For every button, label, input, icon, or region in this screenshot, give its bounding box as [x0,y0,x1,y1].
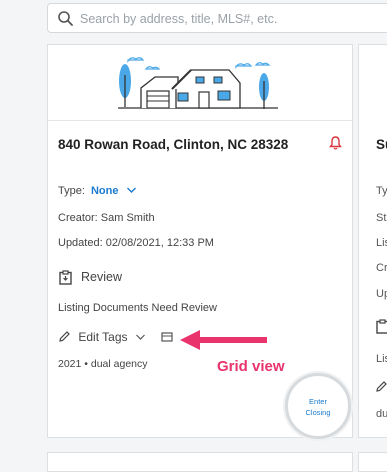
pencil-icon [59,331,70,342]
listing-card-below[interactable] [47,452,353,472]
enter-closing-line2: Closing [305,408,331,417]
chevron-down-icon [135,334,145,340]
search-icon [58,11,73,26]
peek-line: Cr [376,262,387,274]
type-dropdown[interactable]: None [91,185,137,197]
type-row: Type: None [58,185,137,197]
bell-icon[interactable] [329,136,342,150]
search-input[interactable]: Search by address, title, MLS#, etc. [47,3,387,33]
house-illustration [48,45,352,121]
peek-line: du [376,408,387,420]
peek-line: Lis [376,353,387,365]
status-text: Listing Documents Need Review [58,302,217,314]
listing-card-peek[interactable]: Su Ty St Lis Cr Up Lis du [358,44,387,438]
listing-card-below-peek[interactable] [358,452,387,472]
peek-line: St [376,212,387,224]
enter-closing-button[interactable]: Enter Closing [285,373,351,439]
peek-line: Up [376,288,387,300]
updated-text: Updated: 02/08/2021, 12:33 PM [58,237,214,249]
enter-closing-line1: Enter [309,397,327,406]
annotation-label: Grid view [217,358,285,375]
review-label: Review [81,270,122,284]
listing-address[interactable]: 840 Rowan Road, Clinton, NC 28328 [58,137,288,152]
edit-tags-button[interactable]: Edit Tags [58,330,173,344]
peek-line: Ty [376,185,387,197]
pencil-icon [376,381,387,392]
search-placeholder: Search by address, title, MLS#, etc. [80,12,278,26]
peek-line: Lis [376,237,387,249]
peek-title: Su [376,137,387,152]
type-label: Type: [58,185,85,197]
review-row[interactable]: Review [58,270,208,288]
type-value: None [90,185,119,197]
chevron-down-icon [126,187,136,193]
clipboard-icon [376,319,387,334]
clipboard-icon [59,270,72,285]
creator-text: Creator: Sam Smith [58,212,155,224]
grid-view-icon[interactable] [161,332,173,342]
tags-text: 2021 • dual agency [58,358,148,370]
edit-tags-label: Edit Tags [78,330,128,344]
